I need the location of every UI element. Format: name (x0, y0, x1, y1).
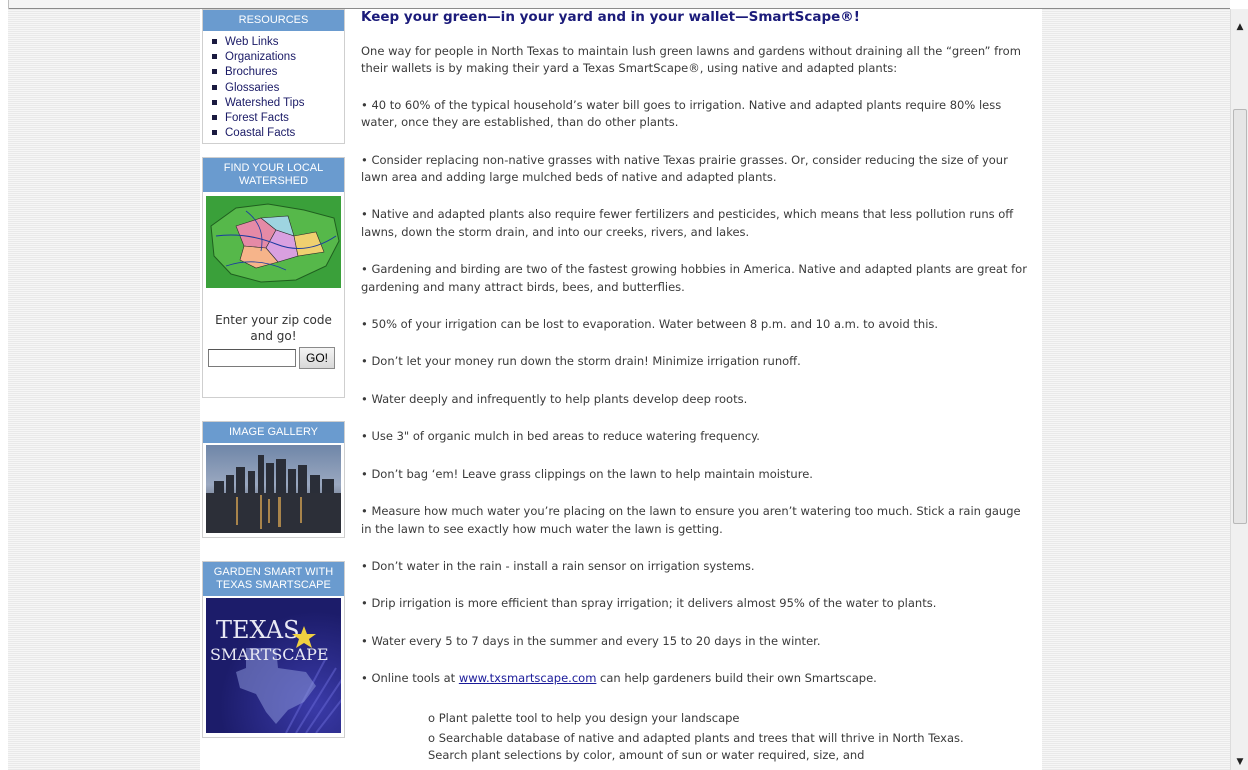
resource-item-watershed-tips[interactable]: Watershed Tips (209, 96, 340, 111)
watershed-box: FIND YOUR LOCAL WATERSHED Enter your zip… (202, 157, 345, 399)
watershed-map-image (206, 196, 341, 289)
online-tools-suffix: can help gardeners build their own Smart… (596, 671, 877, 686)
logo-smartscape-text: SMARTSCAPE (210, 645, 329, 664)
tip-paragraph: • 40 to 60% of the typical household’s w… (361, 97, 1002, 130)
zip-form: GO! (203, 344, 344, 397)
main-content: Keep your green—in your yard and in your… (361, 9, 1031, 765)
sidebar: RESOURCES Web Links Organizations Brochu… (202, 9, 345, 739)
scroll-up-arrow-icon[interactable]: ▲ (1231, 18, 1248, 35)
tip-paragraph: • Native and adapted plants also require… (361, 207, 1014, 239)
resource-link[interactable]: Brochures (225, 66, 277, 78)
resources-box: RESOURCES Web Links Organizations Brochu… (202, 9, 345, 145)
bullet-square-icon (212, 38, 217, 44)
garden-smart-header: GARDEN SMART WITH TEXAS SMARTSCAPE (203, 562, 344, 597)
resource-item-organizations[interactable]: Organizations (209, 50, 340, 65)
resource-item-glossaries[interactable]: Glossaries (209, 81, 340, 96)
tip-paragraph: • Water deeply and infrequently to help … (361, 391, 748, 406)
resources-list: Web Links Organizations Brochures Glossa… (203, 31, 344, 143)
watershed-map[interactable] (206, 196, 341, 289)
tip-paragraph: • Water every 5 to 7 days in the summer … (361, 633, 821, 648)
tip-paragraph: • Don’t water in the rain - install a ra… (361, 558, 755, 573)
bullet-square-icon (212, 130, 217, 136)
tool-subitem: o Plant palette tool to help you design … (428, 710, 740, 725)
resource-item-coastal-facts[interactable]: Coastal Facts (209, 126, 340, 141)
bullet-square-icon (212, 69, 217, 75)
tip-paragraph: • Don’t let your money run down the stor… (361, 354, 801, 369)
tip-paragraph: • 50% of your irrigation can be lost to … (361, 317, 939, 332)
skyline-photo[interactable] (206, 445, 341, 534)
tool-subitem: o Searchable database of native and adap… (428, 730, 964, 763)
texas-smartscape-logo[interactable]: TEXAS SMARTSCAPE (206, 598, 341, 734)
skyline-image (206, 445, 341, 534)
scroll-down-arrow-icon[interactable]: ▼ (1231, 753, 1248, 770)
resources-header: RESOURCES (203, 10, 344, 31)
resource-item-forest-facts[interactable]: Forest Facts (209, 111, 340, 126)
online-tools-prefix: • Online tools at (361, 671, 459, 686)
tip-paragraph: • Measure how much water you’re placing … (361, 504, 1021, 536)
page-title: Keep your green—in your yard and in your… (361, 9, 860, 25)
resource-link[interactable]: Organizations (225, 51, 296, 63)
resource-item-web-links[interactable]: Web Links (209, 35, 340, 50)
resource-link[interactable]: Glossaries (225, 82, 279, 94)
left-background (8, 9, 200, 770)
bullet-square-icon (212, 99, 217, 105)
bullet-square-icon (212, 114, 217, 120)
resource-item-brochures[interactable]: Brochures (209, 65, 340, 80)
resource-link[interactable]: Watershed Tips (225, 97, 304, 109)
zip-code-input[interactable] (208, 349, 296, 368)
tip-paragraph: • Don’t bag ‘em! Leave grass clippings o… (361, 466, 813, 481)
go-button[interactable]: GO! (299, 347, 335, 370)
top-border (0, 0, 1230, 9)
image-gallery-box: IMAGE GALLERY (202, 421, 345, 539)
bullet-square-icon (212, 54, 217, 60)
tip-paragraph: • Drip irrigation is more efficient than… (361, 596, 937, 611)
garden-smart-box: GARDEN SMART WITH TEXAS SMARTSCAPE TEXAS… (202, 561, 345, 739)
vertical-scrollbar[interactable]: ▲ ▼ (1230, 9, 1248, 770)
logo-texas-text: TEXAS (216, 616, 300, 644)
txsmartscape-link[interactable]: www.txsmartscape.com (459, 671, 597, 685)
right-background (1042, 9, 1230, 770)
resource-link[interactable]: Coastal Facts (225, 127, 295, 139)
scrollbar-thumb[interactable] (1233, 109, 1247, 524)
watershed-header: FIND YOUR LOCAL WATERSHED (203, 158, 344, 193)
online-tools-paragraph: • Online tools at www.txsmartscape.com c… (361, 670, 1031, 687)
texas-smartscape-image: TEXAS SMARTSCAPE (206, 598, 341, 734)
intro-paragraph: One way for people in North Texas to mai… (361, 44, 1021, 76)
bullet-square-icon (212, 84, 217, 90)
tip-paragraph: • Gardening and birding are two of the f… (361, 262, 1027, 294)
zip-prompt: Enter your zip code and go! (215, 313, 332, 344)
tip-paragraph: • Use 3" of organic mulch in bed areas t… (361, 429, 760, 444)
resource-link[interactable]: Web Links (225, 36, 278, 48)
resource-link[interactable]: Forest Facts (225, 112, 289, 124)
tip-paragraph: • Consider replacing non-native grasses … (361, 152, 1008, 185)
image-gallery-header: IMAGE GALLERY (203, 422, 344, 444)
